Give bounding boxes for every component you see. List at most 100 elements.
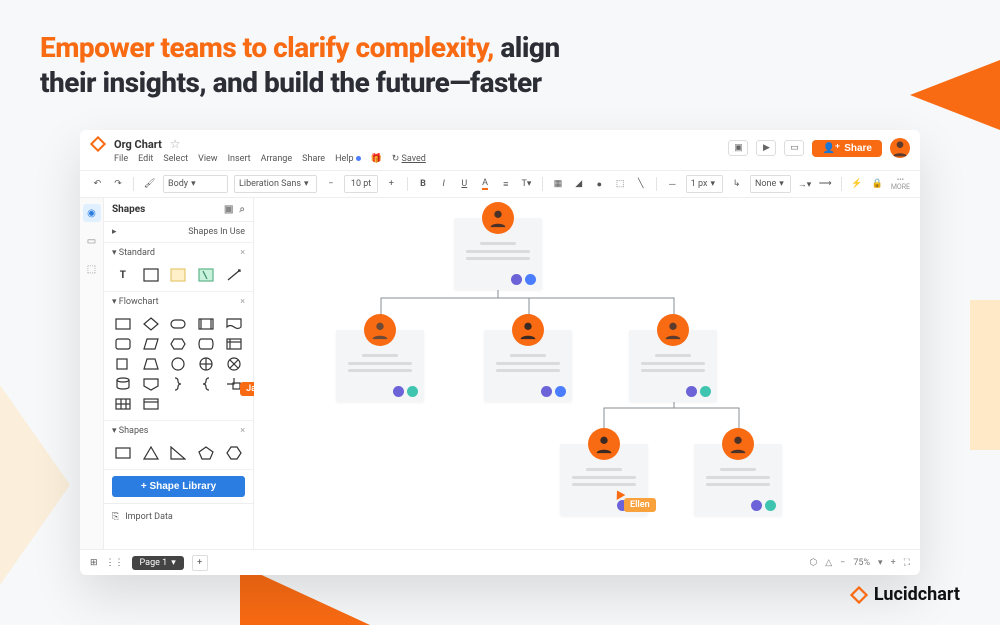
- rect-shape[interactable]: [112, 316, 134, 332]
- menu-edit[interactable]: Edit: [138, 154, 153, 164]
- menu-file[interactable]: File: [114, 154, 128, 164]
- underline-icon[interactable]: U: [457, 176, 472, 192]
- menu-share[interactable]: Share: [302, 154, 325, 164]
- org-node[interactable]: [629, 330, 717, 402]
- line-end[interactable]: None ▾: [750, 175, 791, 193]
- group-standard[interactable]: ▾ Standard×: [104, 243, 253, 263]
- arrow-end-icon[interactable]: →▾: [797, 176, 812, 192]
- menu-select[interactable]: Select: [163, 154, 188, 164]
- gradient-icon[interactable]: ⬚: [613, 176, 628, 192]
- menu-insert[interactable]: Insert: [228, 154, 251, 164]
- add-page-button[interactable]: +: [192, 555, 208, 571]
- font-select[interactable]: Liberation Sans ▾: [234, 175, 317, 193]
- present-icon[interactable]: ▣: [728, 140, 748, 156]
- stroke-width[interactable]: 1 px ▾: [686, 175, 724, 193]
- italic-icon[interactable]: I: [436, 176, 451, 192]
- user-avatar[interactable]: [890, 138, 910, 158]
- direct-data-shape[interactable]: [195, 336, 217, 352]
- right-tri-shape[interactable]: [168, 445, 190, 461]
- arrow-start-icon[interactable]: ⟶: [818, 176, 833, 192]
- fill-icon[interactable]: ▦: [551, 176, 566, 192]
- brace-left-shape[interactable]: [195, 376, 217, 392]
- text-options-icon[interactable]: T▾: [519, 176, 534, 192]
- org-node[interactable]: [694, 444, 782, 516]
- brace-right-shape[interactable]: [168, 376, 190, 392]
- line-route-icon[interactable]: ↳: [729, 176, 744, 192]
- share-button[interactable]: 👤⁺Share: [812, 140, 882, 157]
- sum-shape[interactable]: [195, 356, 217, 372]
- toolbar-more[interactable]: •••MORE: [891, 177, 910, 191]
- diamond-shape[interactable]: [140, 316, 162, 332]
- org-node[interactable]: [454, 218, 542, 290]
- group-in-use[interactable]: ▸ Shapes In Use: [104, 222, 253, 242]
- shape-fill-icon[interactable]: ●: [592, 176, 607, 192]
- zoom-out-icon[interactable]: −: [840, 558, 845, 568]
- page-selector[interactable]: Page 1 ▾: [132, 556, 184, 570]
- size-minus[interactable]: −: [323, 176, 338, 192]
- square-shape[interactable]: [112, 356, 134, 372]
- bold-icon[interactable]: B: [416, 176, 431, 192]
- rail-data-icon[interactable]: ⬚: [83, 260, 101, 278]
- undo-icon[interactable]: ↶: [90, 176, 105, 192]
- db-shape[interactable]: [112, 376, 134, 392]
- font-size[interactable]: 10 pt: [344, 175, 378, 193]
- offpage-shape[interactable]: [140, 376, 162, 392]
- hex2-shape[interactable]: [223, 445, 245, 461]
- document-shape[interactable]: [223, 316, 245, 332]
- fullscreen-icon[interactable]: ⛶: [904, 558, 910, 568]
- line-shape[interactable]: [223, 267, 245, 283]
- import-data[interactable]: ⎘Import Data: [104, 503, 253, 530]
- group-flowchart[interactable]: ▾ Flowchart×: [104, 292, 253, 312]
- line-style-icon[interactable]: ─: [665, 176, 680, 192]
- text-color-icon[interactable]: A: [478, 176, 493, 192]
- note-shape[interactable]: [168, 267, 190, 283]
- triangle-shape[interactable]: [140, 445, 162, 461]
- list-icon[interactable]: ⋮⋮: [106, 558, 124, 568]
- canvas[interactable]: Ellen: [254, 198, 920, 549]
- close-icon[interactable]: ×: [240, 426, 245, 436]
- zoom-level[interactable]: 75%: [853, 558, 870, 568]
- document-title[interactable]: Org Chart: [114, 138, 162, 151]
- rail-layers-icon[interactable]: ▭: [83, 232, 101, 250]
- gift-icon[interactable]: 🎁: [371, 154, 382, 164]
- rail-shapes-icon[interactable]: ◉: [83, 204, 101, 222]
- menu-arrange[interactable]: Arrange: [261, 154, 293, 164]
- org-node[interactable]: [484, 330, 572, 402]
- play-icon[interactable]: ▶: [756, 140, 776, 156]
- or-shape[interactable]: [223, 356, 245, 372]
- menu-view[interactable]: View: [198, 154, 217, 164]
- menu-help[interactable]: Help: [335, 154, 360, 164]
- lock-icon[interactable]: 🔒: [870, 176, 885, 192]
- close-icon[interactable]: ×: [240, 248, 245, 258]
- circle-shape[interactable]: [168, 356, 190, 372]
- cube-icon[interactable]: ⬡: [809, 558, 817, 568]
- group-shapes[interactable]: ▾ Shapes×: [104, 421, 253, 441]
- data-shape[interactable]: [140, 336, 162, 352]
- text-shape[interactable]: T: [112, 267, 134, 283]
- action-icon[interactable]: ⚡: [849, 176, 864, 192]
- block-shape[interactable]: [140, 267, 162, 283]
- image-icon[interactable]: ▣: [224, 204, 233, 215]
- org-node[interactable]: [336, 330, 424, 402]
- swimlane-shape[interactable]: [140, 396, 162, 412]
- terminator-shape[interactable]: [168, 316, 190, 332]
- redo-icon[interactable]: ↷: [111, 176, 126, 192]
- hexagon-shape[interactable]: [168, 336, 190, 352]
- star-icon[interactable]: ☆: [170, 137, 181, 151]
- warning-icon[interactable]: △: [825, 558, 832, 568]
- rounded-shape[interactable]: [112, 336, 134, 352]
- align-icon[interactable]: ≡: [498, 176, 513, 192]
- border-color-icon[interactable]: ◢: [571, 176, 586, 192]
- grid-icon[interactable]: ⊞: [90, 558, 98, 568]
- internal-shape[interactable]: [223, 336, 245, 352]
- paint-icon[interactable]: 🖌: [142, 176, 157, 192]
- line-icon[interactable]: ╲: [633, 176, 648, 192]
- table-shape[interactable]: [112, 396, 134, 412]
- size-plus[interactable]: +: [384, 176, 399, 192]
- rect2-shape[interactable]: [112, 445, 134, 461]
- shape-library-button[interactable]: + Shape Library: [112, 476, 245, 497]
- pentagon-shape[interactable]: [195, 445, 217, 461]
- search-icon[interactable]: ⌕: [239, 204, 245, 215]
- hotspot-shape[interactable]: [195, 267, 217, 283]
- style-select[interactable]: Body ▾: [163, 175, 228, 193]
